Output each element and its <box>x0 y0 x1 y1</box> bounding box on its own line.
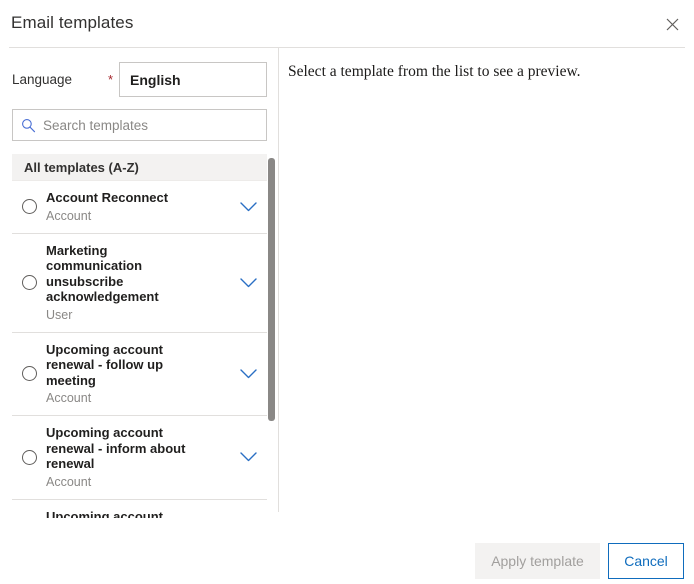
dialog-header: Email templates <box>0 0 694 48</box>
chevron-down-icon[interactable] <box>229 369 267 379</box>
language-label: Language <box>12 72 73 87</box>
search-input-placeholder: Search templates <box>43 117 149 133</box>
list-item[interactable]: Upcoming account renewal - inform about … <box>12 416 267 500</box>
template-list-scrollbar-thumb[interactable] <box>268 158 275 421</box>
template-preview-pane: Select a template from the list to see a… <box>279 48 694 512</box>
list-item-title: Marketing communication unsubscribe ackn… <box>46 242 159 305</box>
list-item-texts: Upcoming account renewal - follow up mee… <box>46 342 229 407</box>
close-button[interactable] <box>656 8 688 40</box>
close-icon <box>666 18 679 31</box>
search-icon <box>13 118 43 133</box>
list-item-title: Upcoming account renewal - inform about … <box>46 425 186 471</box>
template-radio[interactable] <box>12 366 46 382</box>
list-item[interactable]: Upcoming account renewal - follow up mee… <box>12 332 267 416</box>
template-selection-pane: Language * English Search templates All … <box>0 48 278 568</box>
dialog-footer: Apply template Cancel <box>0 518 694 584</box>
list-item[interactable]: Account Reconnect Account <box>12 181 267 234</box>
list-item-texts: Account Reconnect Account <box>46 190 229 224</box>
required-indicator: * <box>108 72 114 87</box>
template-radio[interactable] <box>12 199 46 215</box>
template-list: All templates (A-Z) Account Reconnect Ac… <box>12 154 276 568</box>
language-value: English <box>130 71 181 88</box>
template-radio[interactable] <box>12 275 46 290</box>
apply-template-button[interactable]: Apply template <box>475 543 600 579</box>
list-item-subtitle: User <box>46 307 73 322</box>
list-item-subtitle: Account <box>46 391 92 405</box>
list-item-subtitle: Account <box>46 208 92 223</box>
page-title: Email templates <box>11 13 134 32</box>
list-item-title: Account Reconnect <box>46 190 169 205</box>
list-item-texts: Marketing communication unsubscribe ackn… <box>46 243 229 323</box>
preview-empty-message: Select a template from the list to see a… <box>288 63 581 80</box>
list-item-texts: Upcoming account renewal - inform about … <box>46 425 229 490</box>
language-input[interactable]: English <box>119 62 267 97</box>
chevron-down-icon[interactable] <box>229 452 267 462</box>
search-templates-box[interactable]: Search templates <box>12 109 267 141</box>
template-list-header: All templates (A-Z) <box>12 154 267 181</box>
list-item-title: Upcoming account renewal - follow up mee… <box>46 341 164 388</box>
template-radio[interactable] <box>12 449 46 465</box>
template-list-header-label: All templates (A-Z) <box>24 159 139 175</box>
cancel-button[interactable]: Cancel <box>608 543 684 579</box>
list-item-subtitle: Account <box>46 474 92 489</box>
chevron-down-icon[interactable] <box>229 202 267 212</box>
chevron-down-icon[interactable] <box>229 277 267 288</box>
list-item[interactable]: Marketing communication unsubscribe ackn… <box>12 233 267 333</box>
language-field-row: Language * English <box>0 62 278 98</box>
